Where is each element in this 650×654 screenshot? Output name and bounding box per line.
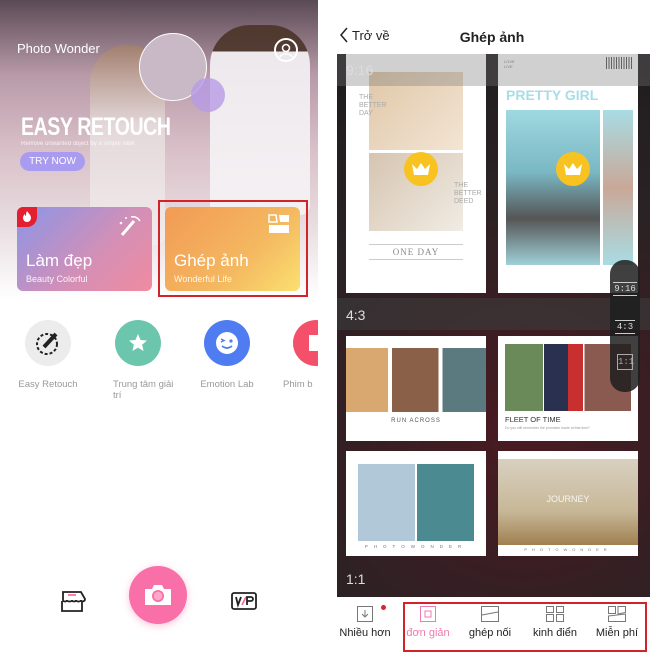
section-header: 4:3 bbox=[337, 298, 650, 330]
card-title: Làm đẹp bbox=[26, 251, 93, 270]
template-card[interactable]: RUN ACROSS bbox=[346, 336, 486, 441]
tab-label: Nhiều hơn bbox=[339, 627, 391, 639]
template-text: FLEET OF TIME bbox=[505, 415, 561, 424]
card-subtitle: Wonderful Life bbox=[174, 274, 232, 284]
section-ratio-label: 4:3 bbox=[346, 307, 366, 323]
banner-bubble bbox=[191, 78, 225, 112]
template-photo bbox=[603, 110, 633, 265]
feature-easy-retouch[interactable]: Easy Retouch bbox=[3, 320, 93, 390]
single-frame-icon bbox=[420, 606, 436, 622]
feature-label: Trung tâm giải trí bbox=[113, 379, 174, 401]
template-text: ONE DAY bbox=[369, 244, 463, 260]
tab-label: Miễn phí bbox=[595, 627, 639, 639]
ratio-option[interactable]: 1:1 bbox=[617, 354, 634, 370]
feature-label: Easy Retouch bbox=[18, 379, 78, 390]
tab-nhieu-hon[interactable]: Nhiều hơn bbox=[334, 603, 396, 639]
template-text: JOURNEY bbox=[546, 494, 590, 504]
tab-label: đơn giản bbox=[406, 627, 450, 639]
joined-frame-icon bbox=[481, 606, 499, 622]
card-lam-dep[interactable]: Làm đẹp Beauty Colorful bbox=[17, 207, 152, 291]
section-header: 1:1 bbox=[337, 562, 650, 597]
ratio-option[interactable]: 9:16 bbox=[613, 282, 637, 296]
tab-mien-phi[interactable]: Miễn phí bbox=[586, 603, 648, 639]
notification-dot bbox=[381, 605, 386, 610]
grid-frame-icon bbox=[546, 606, 564, 622]
page-title: Ghép ảnh bbox=[459, 29, 525, 45]
template-card[interactable]: JOURNEY PHOTOWONDER bbox=[498, 451, 638, 556]
card-ghep-anh[interactable]: Ghép ảnh Wonderful Life bbox=[165, 207, 300, 291]
template-photo bbox=[346, 348, 486, 412]
crown-icon bbox=[556, 152, 590, 186]
template-text: THE BETTER DAY bbox=[359, 94, 387, 117]
template-text: PRETTY GIRL bbox=[506, 87, 599, 103]
feature-phim[interactable]: Phim b bbox=[271, 320, 318, 390]
tab-label: kinh điển bbox=[532, 627, 578, 639]
section-ratio-label: 1:1 bbox=[346, 571, 366, 587]
free-frame-icon bbox=[608, 606, 626, 622]
wink-face-icon bbox=[204, 320, 250, 366]
template-photo bbox=[358, 464, 474, 541]
download-icon bbox=[357, 606, 373, 622]
feature-trung-tam-giai-tri[interactable]: Trung tâm giải trí bbox=[93, 320, 183, 401]
template-card[interactable]: PHOTOWONDER bbox=[346, 451, 486, 556]
template-list[interactable]: THE BETTER DAY THE BETTER DEED ONE DAY L… bbox=[337, 54, 650, 597]
template-text: RUN ACROSS bbox=[391, 418, 441, 424]
section-ratio-label: 9:16 bbox=[346, 62, 374, 78]
feature-label: Emotion Lab bbox=[200, 379, 254, 390]
app-title: Photo Wonder bbox=[17, 41, 100, 56]
template-text: Do you still remember the promises made … bbox=[505, 426, 591, 430]
tab-don-gian[interactable]: đơn giản bbox=[397, 603, 459, 639]
retouch-brush-icon bbox=[25, 320, 71, 366]
collage-screen: Trở về Ghép ảnh THE BETTER DAY THE BETTE… bbox=[330, 0, 650, 654]
card-subtitle: Beauty Colorful bbox=[26, 274, 88, 284]
film-icon bbox=[293, 320, 318, 366]
tab-kinh-dien[interactable]: kinh điển bbox=[524, 603, 586, 639]
template-card[interactable]: THE BETTER DAY THE BETTER DEED ONE DAY bbox=[346, 54, 486, 293]
star-icon bbox=[115, 320, 161, 366]
profile-icon[interactable] bbox=[274, 38, 298, 62]
collage-icon bbox=[268, 214, 289, 233]
feature-emotion-lab[interactable]: Emotion Lab bbox=[182, 320, 272, 390]
template-text: PHOTOWONDER bbox=[524, 547, 612, 552]
template-card[interactable]: LOVE LIVE PRETTY GIRL bbox=[498, 54, 638, 293]
feature-label: Phim b bbox=[283, 379, 313, 390]
magic-wand-icon bbox=[119, 216, 141, 236]
banner-title: EASY RETOUCH bbox=[21, 113, 171, 141]
banner-subtitle: Remove unwanted object by a simple slide bbox=[21, 141, 135, 147]
template-text: PHOTOWONDER bbox=[364, 544, 468, 549]
template-text: THE BETTER DEED bbox=[454, 182, 482, 205]
tab-ghep-noi[interactable]: ghép nối bbox=[459, 603, 521, 639]
vip-icon[interactable] bbox=[231, 591, 257, 611]
camera-button[interactable] bbox=[129, 566, 187, 624]
section-header: 9:16 bbox=[337, 54, 650, 86]
try-now-button[interactable]: TRY NOW bbox=[20, 152, 85, 171]
crown-icon bbox=[404, 152, 438, 186]
card-title: Ghép ảnh bbox=[174, 251, 249, 270]
flame-icon bbox=[17, 207, 37, 227]
camera-icon bbox=[145, 585, 171, 605]
store-icon[interactable] bbox=[58, 589, 86, 613]
home-screen: Photo Wonder EASY RETOUCH Remove unwante… bbox=[0, 0, 318, 654]
tab-label: ghép nối bbox=[468, 627, 512, 639]
template-photo bbox=[506, 110, 600, 265]
ratio-switcher[interactable]: 9:16 4:3 1:1 bbox=[610, 260, 640, 392]
ratio-option[interactable]: 4:3 bbox=[615, 320, 635, 334]
